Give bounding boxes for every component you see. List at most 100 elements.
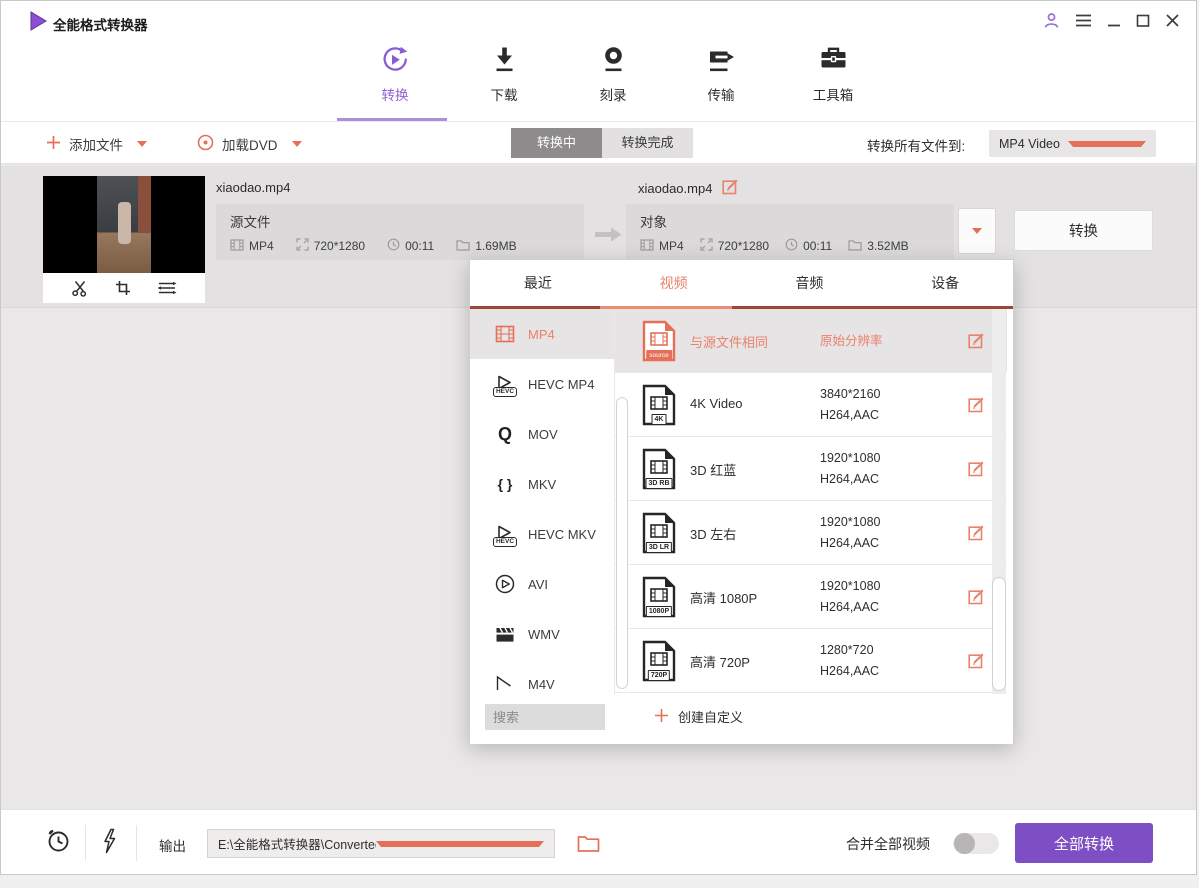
edit-preset-icon[interactable]	[968, 332, 985, 354]
edit-preset-icon[interactable]	[968, 652, 985, 674]
video-file-icon: 3D RB	[642, 448, 676, 490]
create-custom-label: 创建自定义	[678, 707, 743, 726]
popup-tab-recent[interactable]: 最近	[470, 260, 606, 306]
high-speed-bolt-icon[interactable]	[101, 828, 117, 854]
menu-icon[interactable]	[1075, 13, 1092, 28]
create-custom-button[interactable]: 创建自定义	[654, 707, 743, 726]
target-panel-title: 对象	[640, 211, 940, 231]
popup-footer: 创建自定义	[470, 694, 1013, 744]
active-tab-underline	[337, 118, 447, 121]
source-file-icon: source	[642, 320, 676, 362]
dvd-disc-icon	[197, 134, 214, 154]
format-item-hevc-mp4[interactable]: HEVC HEVC MP4	[470, 359, 614, 409]
tab-transfer[interactable]: 传输	[678, 45, 764, 104]
format-list: MP4 HEVC HEVC MP4 Q MOV	[470, 309, 614, 694]
format-list-scrollbar-thumb[interactable]	[616, 397, 628, 689]
title-bar: 全能格式转换器	[1, 1, 1196, 41]
convert-button[interactable]: 转换	[1014, 210, 1153, 251]
tab-burn-label: 刻录	[570, 84, 656, 104]
format-item-mov[interactable]: Q MOV	[470, 409, 614, 459]
source-resolution: 720*1280	[314, 239, 365, 253]
tab-convert-label: 转换	[352, 84, 438, 104]
preset-row-720p[interactable]: 720P 高清 720P 1280*720H264,AAC	[615, 629, 1007, 693]
mp4-film-icon	[490, 324, 520, 344]
open-folder-icon[interactable]	[577, 834, 600, 853]
plus-icon	[654, 708, 669, 726]
rename-edit-icon[interactable]	[722, 178, 739, 198]
popup-tab-video[interactable]: 视频	[606, 260, 742, 306]
tab-finished[interactable]: 转换完成	[602, 128, 693, 158]
video-file-icon: 3D LR	[642, 512, 676, 554]
tab-download[interactable]: 下载	[461, 45, 547, 104]
preset-row-1080p[interactable]: 1080P 高清 1080P 1920*1080H264,AAC	[615, 565, 1007, 629]
account-icon[interactable]	[1043, 12, 1060, 29]
format-label: MKV	[528, 477, 556, 492]
add-files-button[interactable]: 添加文件	[46, 134, 147, 154]
wmv-clapper-icon	[490, 625, 520, 644]
tab-converting[interactable]: 转换中	[511, 128, 602, 158]
crop-icon[interactable]	[115, 280, 131, 296]
effects-sliders-icon[interactable]	[157, 280, 177, 296]
format-picker-popup: 最近 视频 音频 设备 MP4 HEVC	[469, 259, 1014, 743]
format-item-wmv[interactable]: WMV	[470, 609, 614, 659]
edit-preset-icon[interactable]	[968, 588, 985, 610]
minimize-icon[interactable]	[1107, 13, 1121, 28]
clock-icon	[785, 238, 798, 254]
film-icon	[640, 239, 654, 254]
divider	[85, 825, 86, 861]
edit-preset-icon[interactable]	[968, 460, 985, 482]
load-dvd-button[interactable]: 加载DVD	[197, 134, 302, 154]
folder-icon	[848, 239, 862, 254]
trim-scissors-icon[interactable]	[71, 279, 89, 297]
convert-all-format-value: MP4 Video	[999, 137, 1068, 151]
video-file-icon: 1080P	[642, 576, 676, 618]
preset-row-same-as-source[interactable]: source 与源文件相同 原始分辨率	[615, 309, 1007, 373]
bottom-bar: 输出 E:\全能格式转换器\Converted 合并全部视频 全部转换	[1, 809, 1196, 875]
convert-all-button[interactable]: 全部转换	[1015, 823, 1153, 863]
popup-active-tab-underline	[600, 306, 732, 309]
format-label: HEVC MP4	[528, 377, 594, 392]
source-info-panel: 源文件 MP4 720*1280 00:11 1.69MB	[216, 204, 584, 260]
transfer-card-icon	[707, 62, 736, 79]
preset-row-3d-rb[interactable]: 3D RB 3D 红蓝 1920*1080H264,AAC	[615, 437, 1007, 501]
format-item-mkv[interactable]: { } MKV	[470, 459, 614, 509]
format-item-m4v[interactable]: M4V	[470, 659, 614, 694]
popup-tabs: 最近 视频 音频 设备	[470, 260, 1013, 306]
merge-all-toggle[interactable]	[953, 833, 999, 854]
target-duration: 00:11	[803, 239, 832, 253]
app-window: 全能格式转换器 转换	[0, 0, 1197, 875]
format-item-hevc-mkv[interactable]: HEVC HEVC MKV	[470, 509, 614, 559]
toolbar: 添加文件 加载DVD 转换中 转换完成 转换所有文件到: MP4 Video	[1, 122, 1196, 164]
format-label: M4V	[528, 677, 555, 692]
tab-toolbox[interactable]: 工具箱	[790, 45, 876, 104]
maximize-icon[interactable]	[1136, 13, 1150, 28]
preset-list: source 与源文件相同 原始分辨率 4K 4K Video 3840*216…	[615, 309, 1007, 694]
format-search-input[interactable]	[485, 704, 605, 730]
edit-preset-icon[interactable]	[968, 524, 985, 546]
app-title: 全能格式转换器	[53, 14, 148, 34]
popup-tab-device[interactable]: 设备	[877, 260, 1013, 306]
tab-burn[interactable]: 刻录	[570, 45, 656, 104]
tab-download-label: 下载	[461, 84, 547, 104]
popup-tab-audio[interactable]: 音频	[742, 260, 878, 306]
close-icon[interactable]	[1165, 13, 1180, 28]
tab-convert[interactable]: 转换	[352, 45, 438, 104]
target-resolution: 720*1280	[718, 239, 769, 253]
target-format-dropdown-button[interactable]	[958, 208, 996, 254]
output-path-dropdown[interactable]: E:\全能格式转换器\Converted	[207, 829, 555, 858]
preset-row-4k[interactable]: 4K 4K Video 3840*2160H264,AAC	[615, 373, 1007, 437]
thumbnail-toolbar	[43, 273, 205, 303]
format-item-avi[interactable]: AVI	[470, 559, 614, 609]
plus-icon	[46, 135, 61, 153]
preset-row-3d-lr[interactable]: 3D LR 3D 左右 1920*1080H264,AAC	[615, 501, 1007, 565]
convert-all-to-label: 转换所有文件到:	[867, 135, 965, 155]
schedule-clock-icon[interactable]	[45, 827, 72, 855]
convert-all-format-dropdown[interactable]: MP4 Video	[989, 130, 1156, 157]
preset-scrollbar-thumb[interactable]	[992, 577, 1006, 691]
edit-preset-icon[interactable]	[968, 396, 985, 418]
tab-transfer-label: 传输	[678, 84, 764, 104]
format-item-mp4[interactable]: MP4	[470, 309, 614, 359]
toggle-knob	[954, 833, 975, 854]
target-format: MP4	[659, 239, 684, 253]
source-file-name: xiaodao.mp4	[216, 180, 290, 195]
